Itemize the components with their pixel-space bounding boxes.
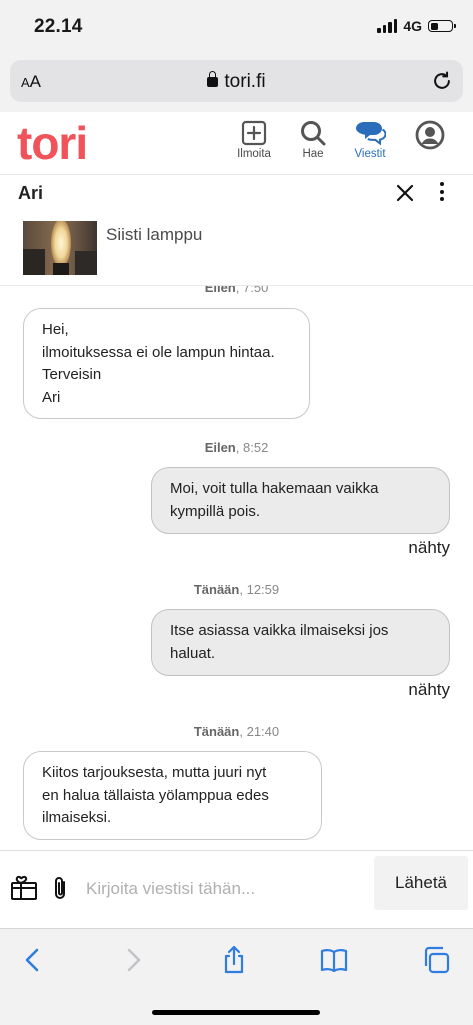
tori-logo[interactable]: tori	[17, 116, 88, 170]
close-icon[interactable]	[395, 183, 415, 203]
message-time: 12:59	[246, 582, 280, 597]
browser-address-area: AA tori.fi	[0, 56, 473, 112]
user-icon	[415, 120, 445, 150]
incoming-message: Hei, ilmoituksessa ei ole lampun hintaa.…	[23, 308, 310, 419]
more-options-icon[interactable]	[439, 182, 445, 204]
nav-label-ilmoita: Ilmoita	[237, 148, 271, 160]
message-line: ilmoituksessa ei ole lampun hintaa.	[42, 343, 275, 361]
message-line: Moi, voit tulla hakemaan vaikka	[170, 480, 379, 497]
lock-icon	[207, 71, 219, 87]
status-time: 22.14	[34, 16, 83, 37]
nav-ilmoita[interactable]: Ilmoita	[224, 120, 284, 160]
message-line: ilmaiseksi.	[42, 809, 112, 826]
outgoing-message: Itse asiassa vaikka ilmaiseksi jos halua…	[151, 609, 450, 676]
conversation-header: Ari	[0, 174, 473, 213]
message-sender-day: Eilen	[204, 286, 236, 295]
url-text: tori.fi	[224, 71, 266, 92]
message-meta: Tänään, 21:40	[193, 724, 280, 739]
nav-viestit[interactable]: Viestit	[340, 120, 400, 160]
message-line: Kiitos tarjouksesta, mutta juuri nyt	[42, 764, 267, 781]
attachment-icon[interactable]	[50, 875, 70, 903]
tabs-icon[interactable]	[421, 945, 451, 975]
cellular-signal-icon	[377, 19, 398, 33]
listing-summary[interactable]: Siisti lamppu	[0, 212, 473, 286]
conversation-partner-name: Ari	[18, 183, 44, 203]
nav-profile[interactable]	[400, 120, 460, 150]
message-line: kympillä pois.	[170, 502, 261, 520]
share-icon[interactable]	[219, 945, 249, 975]
nav-label-viestit: Viestit	[354, 148, 386, 160]
message-time: 7:50	[243, 286, 269, 295]
message-line: Ari	[42, 388, 61, 406]
bookmarks-icon[interactable]	[319, 945, 349, 975]
message-line: Itse asiassa vaikka ilmaiseksi jos	[170, 622, 389, 639]
nav-label-hae: Hae	[302, 148, 324, 160]
message-sender-day: Tänään	[193, 724, 240, 739]
message-time: 21:40	[246, 724, 280, 739]
listing-thumbnail[interactable]	[23, 221, 97, 275]
seen-status: nähty	[408, 538, 450, 557]
app-header: tori Ilmoita Hae Viestit	[0, 112, 473, 174]
address-bar[interactable]: AA tori.fi	[10, 60, 463, 102]
message-meta: Tänään, 12:59	[193, 582, 280, 597]
gift-icon[interactable]	[10, 873, 38, 901]
nav-hae[interactable]: Hae	[283, 120, 343, 160]
seen-status: nähty	[408, 680, 450, 699]
message-line: en halua tällaista yölamppua edes	[42, 786, 269, 804]
message-composer: Lähetä	[0, 850, 473, 929]
message-list[interactable]: Eilen, 7:50 Hei, ilmoituksessa ei ole la…	[0, 286, 473, 850]
message-line: Hei,	[42, 321, 69, 338]
browser-toolbar	[0, 928, 473, 1025]
home-indicator	[152, 1010, 320, 1015]
url-display[interactable]: tori.fi	[10, 71, 463, 93]
battery-icon	[428, 20, 456, 32]
message-meta: Eilen, 7:50	[0, 286, 473, 295]
message-sender-day: Tänään	[193, 582, 240, 597]
status-bar: 22.14 4G	[0, 0, 473, 56]
message-line: Terveisin	[42, 366, 102, 383]
forward-icon[interactable]	[118, 945, 148, 975]
message-sender-day: Eilen	[204, 440, 236, 455]
chat-icon	[356, 122, 386, 146]
plus-square-icon	[241, 120, 267, 146]
status-indicators: 4G	[377, 18, 456, 34]
message-line: haluat.	[170, 644, 216, 662]
network-type: 4G	[403, 18, 422, 34]
outgoing-message: Moi, voit tulla hakemaan vaikka kympillä…	[151, 467, 450, 534]
send-button[interactable]: Lähetä	[374, 856, 468, 910]
listing-title[interactable]: Siisti lamppu	[106, 225, 202, 245]
message-meta: Eilen, 8:52	[204, 440, 269, 455]
back-icon[interactable]	[18, 945, 48, 975]
message-input[interactable]	[86, 871, 361, 907]
incoming-message: Kiitos tarjouksesta, mutta juuri nyt en …	[23, 751, 322, 840]
search-icon	[301, 121, 326, 146]
reload-icon[interactable]	[431, 70, 453, 92]
message-time: 8:52	[243, 440, 269, 455]
